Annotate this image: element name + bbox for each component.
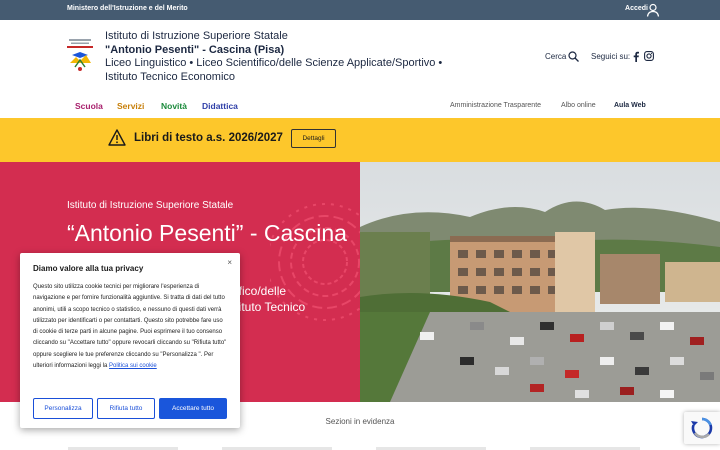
instagram-icon[interactable] [644, 51, 654, 61]
school-title: "Antonio Pesenti" - Cascina (Pisa) [105, 43, 285, 56]
hero-kicker: Istituto di Istruzione Superiore Statale [67, 200, 234, 211]
nav-item-amministrazione-trasparente[interactable]: Amministrazione Trasparente [450, 102, 541, 109]
cookie-dialog-title: Diamo valore alla tua privacy [33, 264, 144, 273]
hero-title: “Antonio Pesenti” - Cascina [67, 220, 347, 246]
nav-item-aula-web[interactable]: Aula Web [614, 102, 646, 109]
recaptcha-icon[interactable] [684, 412, 720, 444]
customize-button[interactable]: Personalizza [33, 398, 93, 419]
alert-text: Libri di testo a.s. 2026/2027 [134, 132, 283, 144]
nav-item-novita[interactable]: Novità [161, 101, 187, 111]
nav-item-albo-online[interactable]: Albo online [561, 102, 596, 109]
hero-subtitle-line2: Istituto Tecnico [226, 300, 306, 314]
cookie-policy-link[interactable]: Politica sui cookie [109, 363, 157, 369]
nav-item-servizi[interactable]: Servizi [117, 101, 144, 111]
school-type: Istituto di Istruzione Superiore Statale [105, 30, 288, 42]
cookie-dialog-body: Questo sito utilizza cookie tecnici per … [33, 282, 229, 372]
decorative-circles [270, 203, 360, 321]
follow-label: Seguici su: [591, 52, 631, 61]
school-courses: Liceo Linguistico • Liceo Scientifico/de… [105, 57, 443, 83]
search-label[interactable]: Cerca [545, 52, 566, 61]
close-icon[interactable]: × [227, 258, 232, 267]
school-name[interactable]: Istituto di Istruzione Superiore Statale… [105, 30, 465, 84]
top-bar: Ministero dell'Istruzione e del Merito A… [0, 0, 720, 20]
login-link[interactable]: Accedi [625, 5, 648, 12]
accept-all-button[interactable]: Accettare tutto [159, 398, 227, 419]
main-nav: Scuola Servizi Novità Didattica Amminist… [0, 98, 720, 118]
cookie-dialog-text: Questo sito utilizza cookie tecnici per … [33, 284, 227, 370]
details-button[interactable]: Dettagli [291, 129, 336, 148]
hero-subtitle-line1: ntifico/delle [226, 284, 287, 298]
reject-all-button[interactable]: Rifiuta tutto [97, 398, 155, 419]
search-icon[interactable] [568, 51, 579, 62]
facebook-icon[interactable] [632, 51, 640, 62]
school-building-photo [360, 162, 720, 402]
nav-item-scuola[interactable]: Scuola [75, 101, 103, 111]
hero-subtitle: ntifico/delle Istituto Tecnico [226, 283, 356, 315]
cookie-consent-dialog: Diamo valore alla tua privacy × Questo s… [20, 253, 240, 428]
nav-item-didattica[interactable]: Didattica [202, 101, 238, 111]
ministry-link[interactable]: Ministero dell'Istruzione e del Merito [67, 5, 188, 12]
warning-icon [108, 129, 126, 146]
alert-banner: Libri di testo a.s. 2026/2027 Dettagli [0, 118, 720, 162]
site-header: Istituto di Istruzione Superiore Statale… [0, 20, 720, 98]
user-icon[interactable] [646, 3, 660, 17]
school-logo[interactable] [66, 39, 94, 73]
